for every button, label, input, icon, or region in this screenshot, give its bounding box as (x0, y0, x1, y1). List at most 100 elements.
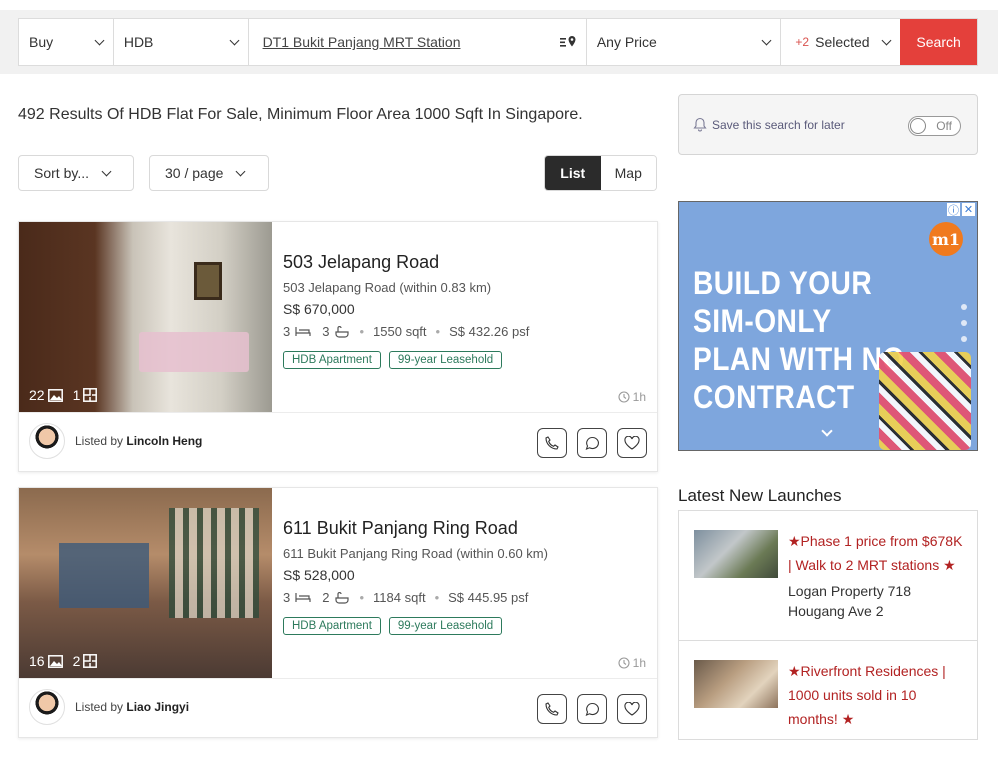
price-psf: S$ 432.26 psf (449, 324, 530, 339)
clock-icon (618, 657, 630, 669)
launch-promo[interactable]: ★Riverfront Residences | 1000 units sold… (788, 659, 968, 731)
list-view-button[interactable]: List (545, 156, 601, 190)
agent-name[interactable]: Lincoln Heng (126, 434, 202, 448)
location-field[interactable]: DT1 Bukit Panjang MRT Station (248, 19, 587, 65)
photo-count: 22 (29, 387, 45, 403)
save-search-toggle[interactable]: Off (908, 116, 961, 136)
price-select[interactable]: Any Price (586, 19, 782, 65)
listing-address: 503 Jelapang Road (within 0.83 km) (283, 280, 492, 295)
ad-close-icon[interactable]: ✕ (962, 203, 975, 216)
floor-area: 1550 sqft (373, 324, 427, 339)
listing-card[interactable]: 16 2 611 Bukit Panjang Ring Road 611 Buk… (18, 487, 658, 738)
agent-name[interactable]: Liao Jingyi (126, 700, 189, 714)
ad-artwork (879, 352, 971, 450)
listing-mode-select[interactable]: Buy (19, 19, 114, 65)
heart-icon (624, 436, 640, 450)
photo-meta: 16 2 (29, 653, 98, 669)
listing-tags: HDB Apartment 99-year Leasehold (283, 351, 653, 369)
ad-info-icon[interactable]: ⓘ (947, 203, 960, 217)
divider (19, 412, 657, 413)
launch-thumbnail[interactable] (694, 530, 778, 578)
sort-label: Sort by... (34, 165, 89, 181)
save-search-box: Save this search for later Off (678, 94, 978, 155)
launch-promo[interactable]: ★Phase 1 price from $678K | Walk to 2 MR… (788, 529, 968, 577)
agent-info[interactable]: Listed by Liao Jingyi (29, 689, 189, 725)
call-button[interactable] (537, 694, 567, 724)
search-bar: Buy HDB DT1 Bukit Panjang MRT Station An… (18, 18, 978, 66)
chat-bubble-icon (585, 702, 599, 716)
listed-by-prefix: Listed by (75, 700, 124, 714)
avatar[interactable] (29, 689, 65, 725)
image-icon (47, 388, 63, 402)
chevron-down-icon (235, 166, 246, 176)
listing-info: 503 Jelapang Road 503 Jelapang Road (wit… (283, 252, 653, 369)
television (59, 543, 149, 608)
listing-photo[interactable]: 16 2 (19, 488, 272, 678)
view-toggle: List Map (544, 155, 657, 191)
bed-count: 3 (283, 324, 291, 339)
listing-photo[interactable]: 22 1 (19, 222, 272, 412)
launch-item[interactable]: ★Riverfront Residences | 1000 units sold… (679, 641, 977, 771)
tag-property-type: HDB Apartment (283, 351, 381, 369)
floor-area: 1184 sqft (373, 590, 426, 605)
separator-dot: • (435, 324, 441, 339)
bed-icon (295, 327, 311, 336)
separator-dot: • (434, 590, 440, 605)
listing-name[interactable]: 503 Jelapang Road (283, 252, 653, 273)
toggle-knob (910, 118, 926, 134)
launch-thumbnail[interactable] (694, 660, 778, 708)
chevron-down-icon[interactable] (821, 425, 833, 437)
avatar[interactable] (29, 423, 65, 459)
chat-button[interactable] (577, 694, 607, 724)
toggle-state-label: Off (936, 119, 952, 133)
map-pin-list-icon[interactable] (559, 35, 576, 49)
listed-by-prefix: Listed by (75, 434, 124, 448)
listing-card[interactable]: 22 1 503 Jelapang Road 503 Jelapang Road… (18, 221, 658, 472)
ad-choices[interactable]: ⓘ ✕ (947, 203, 975, 217)
phone-icon (545, 702, 559, 716)
image-icon (47, 654, 63, 668)
listing-time-value: 1h (632, 390, 646, 404)
tag-tenure: 99-year Leasehold (388, 617, 503, 635)
listing-actions (537, 694, 647, 724)
carousel-dot[interactable] (961, 320, 967, 326)
advertisement-banner[interactable]: ⓘ ✕ m1 BUILD YOUR SIM-ONLY PLAN WITH NO … (678, 201, 978, 451)
carousel-dot[interactable] (961, 304, 967, 310)
call-button[interactable] (537, 428, 567, 458)
bed-count: 3 (283, 590, 291, 605)
dining-table (139, 332, 249, 372)
price-value: Any Price (596, 34, 657, 50)
listing-specs: 3 3 • 1550 sqft • S$ 432.26 psf (283, 324, 653, 339)
more-filters-select[interactable]: +2 Selected (781, 19, 901, 65)
map-view-button[interactable]: Map (600, 156, 656, 190)
property-type-value: HDB (123, 34, 154, 50)
listing-price: S$ 670,000 (283, 301, 355, 317)
favourite-button[interactable] (617, 694, 647, 724)
sort-dropdown[interactable]: Sort by... (18, 155, 134, 191)
favourite-button[interactable] (617, 428, 647, 458)
phone-icon (545, 436, 559, 450)
listing-tags: HDB Apartment 99-year Leasehold (283, 617, 653, 635)
listing-address: 611 Bukit Panjang Ring Road (within 0.60… (283, 546, 548, 561)
bed-icon (295, 593, 311, 602)
chevron-down-icon (94, 35, 105, 45)
listing-name[interactable]: 611 Bukit Panjang Ring Road (283, 518, 653, 539)
divider (19, 678, 657, 679)
launch-item[interactable]: ★Phase 1 price from $678K | Walk to 2 MR… (679, 511, 977, 641)
search-button[interactable]: Search (900, 19, 978, 65)
bath-icon (335, 591, 350, 604)
clock-icon (618, 391, 630, 403)
location-value[interactable]: DT1 Bukit Panjang MRT Station (263, 34, 461, 50)
per-page-dropdown[interactable]: 30 / page (149, 155, 269, 191)
floorplan-count: 1 (72, 387, 81, 403)
listing-mode-value: Buy (29, 34, 54, 50)
chevron-down-icon (101, 166, 112, 176)
chat-button[interactable] (577, 428, 607, 458)
carousel-dot[interactable] (961, 336, 967, 342)
agent-info[interactable]: Listed by Lincoln Heng (29, 423, 202, 459)
property-type-select[interactable]: HDB (113, 19, 249, 65)
listing-time-value: 1h (632, 656, 646, 670)
heart-icon (624, 702, 640, 716)
launch-project: Logan Property 718 Hougang Ave 2 (788, 583, 911, 619)
listing-time: 1h (618, 656, 646, 670)
